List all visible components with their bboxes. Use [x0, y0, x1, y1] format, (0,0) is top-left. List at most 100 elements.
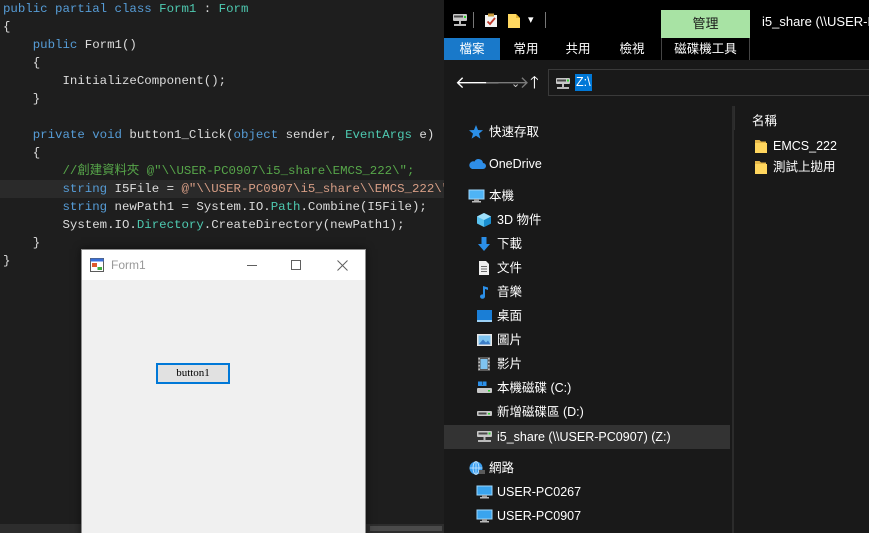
code-line[interactable]	[0, 108, 445, 126]
code-line[interactable]: public Form1()	[0, 36, 445, 54]
form-app-icon	[90, 258, 104, 272]
new-folder-icon[interactable]	[507, 13, 521, 34]
nav-item[interactable]: 圖片	[444, 328, 730, 352]
code-token: {	[3, 56, 41, 70]
maximize-button[interactable]	[273, 250, 319, 280]
manage-context-tab[interactable]: 管理	[661, 10, 750, 38]
nav-item-label: 文件	[497, 261, 523, 275]
code-token: newPath1 = System.IO.	[114, 200, 271, 214]
code-line[interactable]: InitializeComponent();	[0, 72, 445, 90]
onedrive-cloud-icon	[468, 156, 486, 172]
nav-item[interactable]: 快速存取	[444, 120, 730, 144]
code-token: e)	[411, 128, 435, 142]
quick-access-toolbar: ▾ 管理 i5_share (\\USER-PC0907) (Z:)	[444, 0, 869, 38]
minimize-button[interactable]	[229, 250, 275, 280]
quick-access-star-icon	[468, 124, 484, 140]
code-token: .Combine(I5File);	[300, 200, 427, 214]
tab-drive-tools[interactable]: 磁碟機工具	[661, 38, 750, 60]
nav-item-label: OneDrive	[489, 157, 542, 171]
nav-item[interactable]: 文件	[444, 256, 730, 280]
code-token: EventArgs	[345, 128, 412, 142]
column-header-name[interactable]: 名稱	[752, 110, 777, 129]
code-token: //創建資料夾 @"\\USER-PC0907\i5_share\EMCS_22…	[3, 164, 415, 178]
nav-item-label: 本機磁碟 (C:)	[497, 381, 572, 395]
code-token: sender,	[278, 128, 346, 142]
nav-item[interactable]: 網路	[444, 456, 730, 480]
nav-item-label: 本機	[489, 189, 515, 203]
code-token: .CreateDirectory(newPath1);	[203, 218, 405, 232]
toolbar-separator	[473, 12, 474, 28]
nav-item-label: 影片	[497, 357, 523, 371]
drive-icon	[476, 404, 492, 420]
3d-objects-icon	[476, 212, 492, 228]
nav-item[interactable]: 影片	[444, 352, 730, 376]
computer-icon	[476, 484, 493, 500]
code-line[interactable]: {	[0, 144, 445, 162]
code-line[interactable]: System.IO.Directory.CreateDirectory(newP…	[0, 216, 445, 234]
nav-item[interactable]: 3D 物件	[444, 208, 730, 232]
nav-item-label: USER-PC0907	[497, 509, 582, 523]
pictures-icon	[476, 332, 492, 348]
scrollbar-thumb[interactable]	[370, 526, 442, 531]
customize-toolbar-chevron-icon[interactable]: ▾	[528, 13, 534, 26]
nav-item[interactable]: 新增磁碟區 (D:)	[444, 400, 730, 424]
computer-icon	[476, 508, 493, 524]
address-path[interactable]: Z:\	[575, 74, 592, 91]
code-line[interactable]: public partial class Form1 : Form	[0, 0, 445, 18]
nav-item[interactable]: OneDrive	[444, 152, 730, 176]
network-drive-icon	[452, 13, 468, 32]
properties-icon[interactable]	[484, 13, 498, 33]
code-text-area[interactable]: public partial class Form1 : Form { publi…	[0, 0, 445, 270]
window-title: i5_share (\\USER-PC0907) (Z:)	[762, 14, 869, 29]
tab-file[interactable]: 檔案	[444, 38, 500, 60]
code-line[interactable]: }	[0, 90, 445, 108]
forward-arrow-icon[interactable]: 🡒	[484, 74, 530, 91]
address-bar[interactable]: Z:\	[548, 69, 869, 96]
navigation-pane[interactable]: 快速存取 OneDrive 本機 3D 物件 下載文件音樂 桌面 圖片影片本機磁碟 (C:)…	[444, 106, 732, 533]
documents-icon	[476, 260, 492, 276]
tab-home[interactable]: 常用	[500, 38, 552, 60]
code-line[interactable]: {	[0, 18, 445, 36]
nav-item[interactable]: 本機	[444, 184, 730, 208]
minimize-icon	[247, 265, 257, 266]
music-icon	[476, 284, 492, 300]
up-arrow-icon[interactable]: 🡑	[530, 74, 539, 91]
nav-item[interactable]: 本機磁碟 (C:)	[444, 376, 730, 400]
form1-titlebar[interactable]: Form1	[82, 250, 365, 280]
code-line[interactable]: private void button1_Click(object sender…	[0, 126, 445, 144]
code-token: public partial class	[3, 2, 160, 16]
tab-view[interactable]: 檢視	[604, 38, 660, 60]
code-token: Path	[270, 200, 301, 214]
code-token: {	[3, 20, 11, 34]
folder-icon	[754, 139, 768, 160]
code-line[interactable]: {	[0, 54, 445, 72]
nav-item[interactable]: 音樂	[444, 280, 730, 304]
form1-title: Form1	[111, 258, 146, 272]
code-line[interactable]: string newPath1 = System.IO.Path.Combine…	[0, 198, 445, 216]
close-button[interactable]	[319, 250, 365, 280]
toolbar-separator	[545, 12, 546, 28]
code-token: System.IO.	[3, 218, 137, 232]
tab-share[interactable]: 共用	[552, 38, 604, 60]
code-token: string	[3, 200, 115, 214]
button1[interactable]: button1	[156, 363, 230, 384]
code-token: Form1()	[84, 38, 137, 52]
nav-item-label: 快速存取	[489, 125, 540, 139]
nav-item[interactable]: USER-PC0907	[444, 504, 730, 528]
code-token: Form1	[159, 2, 197, 16]
code-line[interactable]: string I5File = @"\\USER-PC0907\i5_share…	[0, 180, 445, 198]
nav-item[interactable]: 桌面	[444, 304, 730, 328]
code-token: object	[233, 128, 279, 142]
nav-item[interactable]: USER-PC0267	[444, 480, 730, 504]
code-line[interactable]: //創建資料夾 @"\\USER-PC0907\i5_share\EMCS_22…	[0, 162, 445, 180]
code-token: }	[3, 92, 41, 106]
nav-item[interactable]: i5_share (\\USER-PC0907) (Z:)	[444, 425, 730, 449]
recent-locations-chevron-icon[interactable]: ⌄	[511, 76, 520, 93]
code-token: private void	[3, 128, 130, 142]
code-token: InitializeComponent();	[3, 74, 227, 88]
downloads-icon	[476, 236, 492, 252]
file-list-pane[interactable]: 名稱 EMCS_222 測試上拋用	[734, 106, 869, 533]
nav-item[interactable]: 下載	[444, 232, 730, 256]
maximize-icon	[291, 260, 301, 270]
code-token: :	[196, 2, 219, 16]
